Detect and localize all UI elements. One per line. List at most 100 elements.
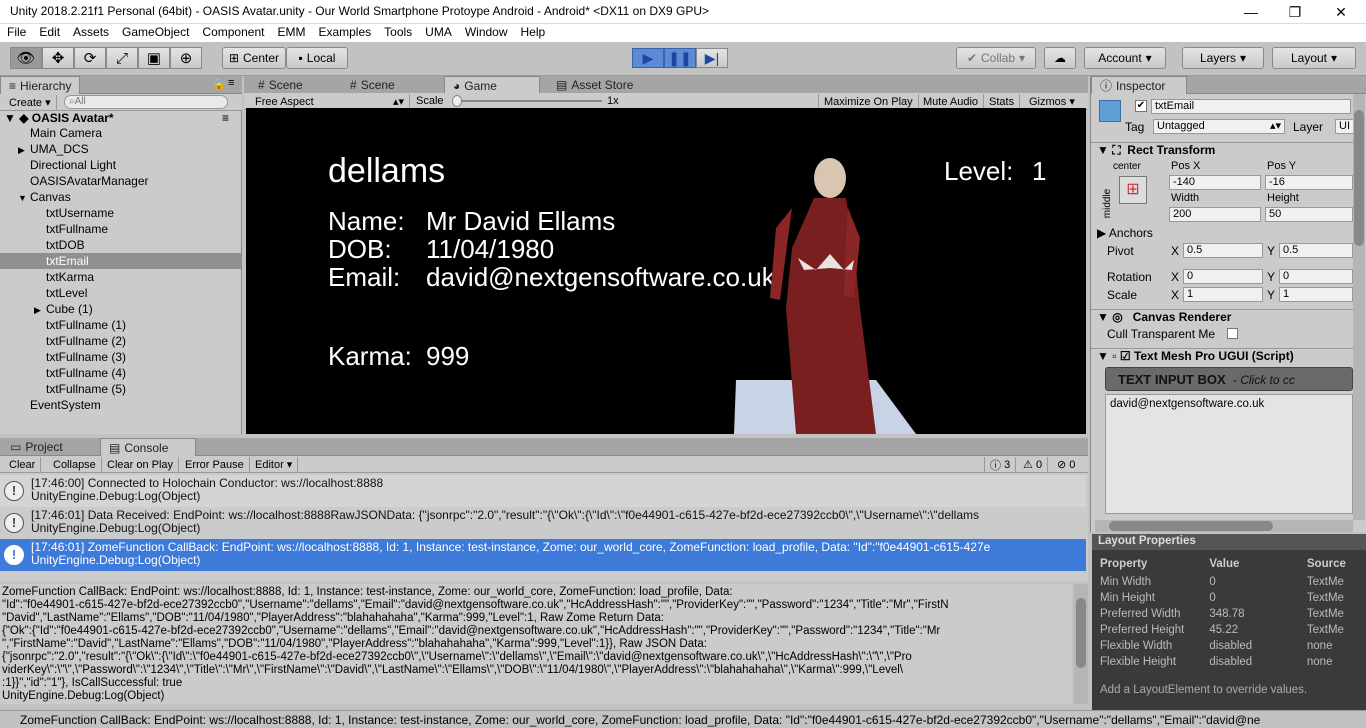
hierarchy-item[interactable]: txtFullname (4) xyxy=(0,365,242,381)
pivot-x-field[interactable]: 0.5 xyxy=(1183,243,1263,258)
canvas-renderer-header[interactable]: ▼ ◎ Canvas Renderer xyxy=(1091,309,1353,325)
console-row[interactable]: ! [17:46:00] Connected to Holochain Condu… xyxy=(0,475,1086,507)
pause-button[interactable]: ❚❚ xyxy=(664,48,696,68)
gizmos-dropdown[interactable]: Gizmos ▾ xyxy=(1024,94,1080,109)
width-field[interactable]: 200 xyxy=(1169,207,1261,222)
maximize-on-play-toggle[interactable]: Maximize On Play xyxy=(818,94,919,109)
scale-slider[interactable] xyxy=(452,95,602,107)
tab-hierarchy[interactable]: ≡ Hierarchy xyxy=(0,76,81,94)
tab-scene-2[interactable]: # Scene xyxy=(342,76,403,94)
tab-asset-store[interactable]: ▤ Asset Store xyxy=(548,76,641,94)
scale-y-field[interactable]: 1 xyxy=(1279,287,1353,302)
stats-toggle[interactable]: Stats xyxy=(984,94,1021,109)
menu-item[interactable]: Help xyxy=(514,24,552,42)
scrollbar-thumb[interactable] xyxy=(1109,521,1273,531)
hierarchy-item[interactable]: ▶ UMA_DCS xyxy=(0,141,242,157)
pivot-local-button[interactable]: ▪ Local xyxy=(286,47,348,69)
menu-item[interactable]: UMA xyxy=(418,24,458,42)
hierarchy-search-input[interactable]: ⌕All xyxy=(64,95,228,109)
menu-item[interactable]: EMM xyxy=(270,24,311,42)
pivot-y-field[interactable]: 0.5 xyxy=(1279,243,1353,258)
foldout-arrow-icon[interactable]: ▶ xyxy=(34,302,46,318)
account-dropdown[interactable]: Account ▾ xyxy=(1084,47,1166,69)
rect-tool-icon[interactable]: ▣ xyxy=(138,47,170,69)
posx-field[interactable]: -140 xyxy=(1169,175,1261,190)
hierarchy-item[interactable]: txtLevel xyxy=(0,285,242,301)
tab-scene[interactable]: # Scene xyxy=(250,76,311,94)
menu-item[interactable]: Examples xyxy=(311,24,377,42)
clear-on-play-toggle[interactable]: Clear on Play xyxy=(102,457,180,472)
move-tool-icon[interactable]: ✥ xyxy=(42,47,74,69)
status-bar[interactable]: ZomeFunction CallBack: EndPoint: ws://lo… xyxy=(0,710,1366,728)
menu-icon[interactable]: ≡ xyxy=(222,111,229,125)
create-dropdown[interactable]: Create ▾ xyxy=(4,95,57,110)
tab-game[interactable]: ◕ Game xyxy=(444,76,540,94)
layers-dropdown[interactable]: Layers ▾ xyxy=(1182,47,1264,69)
step-button[interactable]: ▶| xyxy=(696,48,728,68)
hierarchy-item[interactable]: txtFullname (1) xyxy=(0,317,242,333)
lock-icon[interactable]: 🔒 xyxy=(212,78,226,91)
editor-dropdown[interactable]: Editor ▾ xyxy=(250,457,299,472)
scrollbar-thumb[interactable] xyxy=(1354,110,1364,246)
menu-item[interactable]: Window xyxy=(458,24,514,42)
game-view[interactable]: dellams Level: 1 Name: Mr David Ellams D… xyxy=(246,108,1086,434)
text-input-box-header[interactable]: TEXT INPUT BOX - Click to cc xyxy=(1105,367,1353,391)
transform-tool-icon[interactable]: ⊕ xyxy=(170,47,202,69)
hierarchy-item[interactable]: EventSystem xyxy=(0,397,242,413)
tab-inspector[interactable]: ⓘ Inspector xyxy=(1091,76,1187,94)
close-icon[interactable]: ✕ xyxy=(1318,0,1364,24)
collab-button[interactable]: ✔ Collab ▾ xyxy=(956,47,1036,69)
play-button[interactable]: ▶ xyxy=(632,48,664,68)
inspector-scrollbar[interactable] xyxy=(1353,94,1365,520)
hierarchy-item[interactable]: txtFullname xyxy=(0,221,242,237)
rotation-y-field[interactable]: 0 xyxy=(1279,269,1353,284)
collapse-toggle[interactable]: Collapse xyxy=(48,457,102,472)
menu-item[interactable]: File xyxy=(0,24,32,42)
text-input-area[interactable]: david@nextgensoftware.co.uk xyxy=(1105,394,1353,514)
hierarchy-item[interactable]: txtFullname (3) xyxy=(0,349,242,365)
cloud-button[interactable]: ☁ xyxy=(1044,47,1076,69)
tag-dropdown[interactable]: Untagged ▴▾ xyxy=(1153,119,1285,134)
hierarchy-item[interactable]: txtFullname (5) xyxy=(0,381,242,397)
tab-project[interactable]: ▭ Project xyxy=(2,438,71,456)
menu-icon[interactable]: ≡ xyxy=(228,77,234,89)
hierarchy-item[interactable]: Directional Light xyxy=(0,157,242,173)
hierarchy-item[interactable]: txtKarma xyxy=(0,269,242,285)
tab-console[interactable]: ▤ Console xyxy=(100,438,196,456)
name-field[interactable]: txtEmail xyxy=(1151,99,1351,114)
error-filter-toggle[interactable]: ⊘ 0 xyxy=(1052,457,1080,472)
enabled-checkbox[interactable]: ☑ xyxy=(1120,349,1131,363)
warning-filter-toggle[interactable]: ⚠ 0 xyxy=(1018,457,1049,472)
anchors-foldout[interactable]: ▶ Anchors xyxy=(1097,226,1153,240)
clear-button[interactable]: Clear xyxy=(4,457,42,472)
hierarchy-item[interactable]: txtFullname (2) xyxy=(0,333,242,349)
menu-item[interactable]: Edit xyxy=(32,24,66,42)
scale-x-field[interactable]: 1 xyxy=(1183,287,1263,302)
log-filter-toggle[interactable]: ⓘ 3 xyxy=(984,457,1017,472)
scrollbar-thumb[interactable] xyxy=(1076,598,1086,668)
hierarchy-item[interactable]: Main Camera xyxy=(0,125,242,141)
menu-item[interactable]: Component xyxy=(195,24,270,42)
mute-audio-toggle[interactable]: Mute Audio xyxy=(918,94,985,109)
view-tool-icon[interactable]: 👁 xyxy=(10,47,42,69)
menu-item[interactable]: GameObject xyxy=(115,24,195,42)
hierarchy-item[interactable]: ▶ Cube (1) xyxy=(0,301,242,317)
hierarchy-item[interactable]: txtEmail xyxy=(0,253,242,269)
detail-scrollbar[interactable] xyxy=(1074,584,1088,704)
hierarchy-item[interactable]: OASISAvatarManager xyxy=(0,173,242,189)
menu-item[interactable]: Assets xyxy=(66,24,115,42)
console-row-selected[interactable]: ! [17:46:01] ZomeFunction CallBack: EndPo… xyxy=(0,539,1086,571)
foldout-arrow-icon[interactable]: ▼ xyxy=(18,190,30,206)
error-pause-toggle[interactable]: Error Pause xyxy=(180,457,250,472)
rotate-tool-icon[interactable]: ⟳ xyxy=(74,47,106,69)
rect-transform-header[interactable]: ▼ ⛶ Rect Transform xyxy=(1091,142,1353,158)
rotation-x-field[interactable]: 0 xyxy=(1183,269,1263,284)
layout-dropdown[interactable]: Layout ▾ xyxy=(1272,47,1356,69)
menu-item[interactable]: Tools xyxy=(377,24,418,42)
cull-checkbox[interactable] xyxy=(1227,328,1238,339)
inspector-h-scrollbar[interactable] xyxy=(1095,520,1353,532)
hierarchy-item[interactable]: ▼ Canvas xyxy=(0,189,242,205)
pivot-center-button[interactable]: ⊞ Center xyxy=(222,47,286,69)
hierarchy-item[interactable]: txtUsername xyxy=(0,205,242,221)
aspect-dropdown[interactable]: Free Aspect ▴▾ xyxy=(250,94,410,109)
